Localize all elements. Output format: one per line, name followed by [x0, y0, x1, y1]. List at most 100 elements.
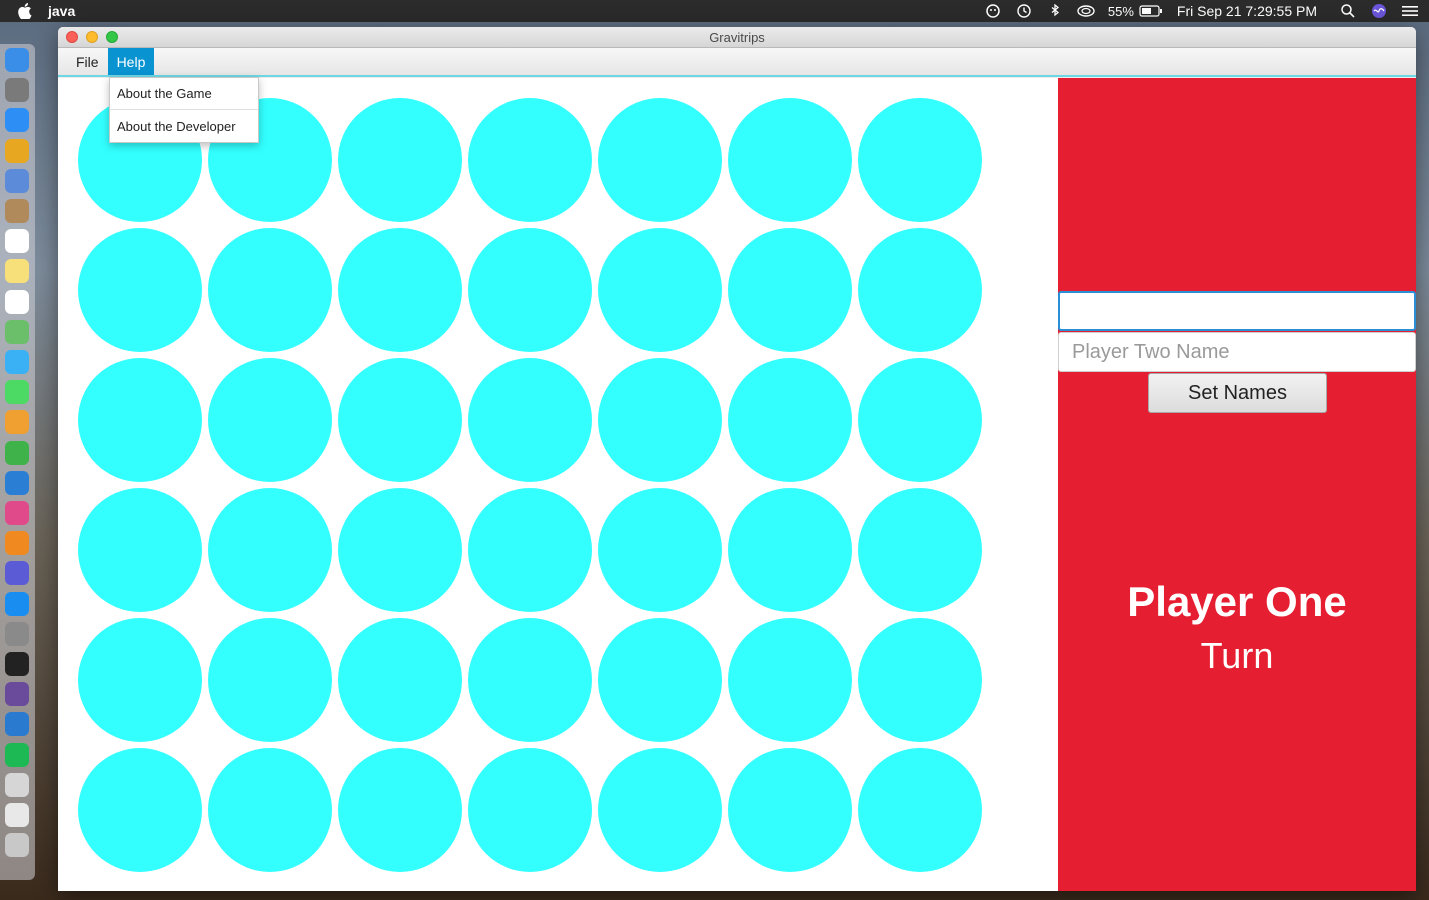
- board-slot[interactable]: [728, 488, 852, 612]
- board-slot[interactable]: [78, 358, 202, 482]
- help-dropdown: About the Game About the Developer: [109, 77, 259, 143]
- board-slot[interactable]: [598, 618, 722, 742]
- script-editor-icon[interactable]: [5, 772, 29, 797]
- reminders-icon[interactable]: [5, 289, 29, 314]
- board-slot[interactable]: [598, 748, 722, 872]
- documents-icon[interactable]: [5, 803, 29, 827]
- battery-percent: 55%: [1107, 3, 1134, 19]
- board-slot[interactable]: [728, 358, 852, 482]
- terminal-icon[interactable]: [5, 652, 29, 676]
- system-menubar: java 55% Fri Sep 21 7:29:55 PM: [0, 0, 1429, 22]
- spotlight-icon[interactable]: [1339, 4, 1357, 18]
- board-slot[interactable]: [468, 98, 592, 222]
- numbers-icon[interactable]: [5, 440, 29, 465]
- board-slot[interactable]: [468, 228, 592, 352]
- board-slot[interactable]: [598, 358, 722, 482]
- close-button[interactable]: [66, 31, 78, 43]
- current-player-label: Player One: [1127, 578, 1347, 625]
- player-two-name-input[interactable]: [1058, 332, 1416, 372]
- menu-about-developer[interactable]: About the Developer: [110, 110, 258, 142]
- window-titlebar[interactable]: Gravitrips: [58, 27, 1416, 48]
- window-title: Gravitrips: [709, 30, 765, 45]
- trash-icon[interactable]: [5, 833, 29, 858]
- preview-icon[interactable]: [5, 168, 29, 193]
- active-app-name[interactable]: java: [48, 3, 75, 19]
- board-slot[interactable]: [598, 488, 722, 612]
- board-slot[interactable]: [338, 488, 462, 612]
- side-panel: Set Names Player One Turn: [1058, 78, 1416, 891]
- finder-icon[interactable]: [5, 48, 29, 72]
- chrome-icon[interactable]: [5, 138, 29, 163]
- launchpad-icon[interactable]: [5, 78, 29, 103]
- player-one-name-input[interactable]: [1058, 291, 1416, 331]
- airplay-icon[interactable]: [1077, 4, 1095, 18]
- clock[interactable]: Fri Sep 21 7:29:55 PM: [1177, 3, 1317, 19]
- contacts-icon[interactable]: [5, 199, 29, 223]
- control-center-icon[interactable]: [1401, 4, 1419, 18]
- board-slot[interactable]: [598, 228, 722, 352]
- board-slot[interactable]: [728, 748, 852, 872]
- app-menubar: File Help: [58, 48, 1416, 77]
- zoom-button[interactable]: [106, 31, 118, 43]
- messages-icon[interactable]: [5, 350, 29, 374]
- safari-icon[interactable]: [5, 108, 29, 133]
- board-slot[interactable]: [338, 228, 462, 352]
- board-slot[interactable]: [208, 748, 332, 872]
- notes-icon[interactable]: [5, 259, 29, 284]
- calendar-icon[interactable]: [5, 229, 29, 254]
- time-machine-icon[interactable]: [1015, 4, 1033, 18]
- siri-colored-icon[interactable]: [1370, 4, 1388, 18]
- maps-icon[interactable]: [5, 319, 29, 344]
- minimize-button[interactable]: [86, 31, 98, 43]
- siri-icon[interactable]: [5, 561, 29, 586]
- bluetooth-icon[interactable]: [1046, 4, 1064, 18]
- battery-icon[interactable]: [1138, 4, 1164, 18]
- app-store-icon[interactable]: [5, 591, 29, 616]
- itunes-icon[interactable]: [5, 501, 29, 525]
- keynote-icon[interactable]: [5, 470, 29, 495]
- board-slot[interactable]: [728, 228, 852, 352]
- facetime-icon[interactable]: [5, 380, 29, 405]
- board-slot[interactable]: [858, 98, 982, 222]
- set-names-button[interactable]: Set Names: [1148, 373, 1327, 413]
- game-board: [58, 78, 1058, 891]
- board-slot[interactable]: [78, 748, 202, 872]
- board-slot[interactable]: [208, 358, 332, 482]
- board-slot[interactable]: [338, 358, 462, 482]
- board-slot[interactable]: [338, 748, 462, 872]
- board-slot[interactable]: [468, 618, 592, 742]
- system-preferences-icon[interactable]: [5, 621, 29, 646]
- menu-about-game[interactable]: About the Game: [110, 78, 258, 110]
- board-slot[interactable]: [78, 228, 202, 352]
- vscode-icon[interactable]: [5, 712, 29, 737]
- github-icon[interactable]: [5, 682, 29, 707]
- board-slot[interactable]: [208, 228, 332, 352]
- board-slot[interactable]: [208, 488, 332, 612]
- board-slot[interactable]: [78, 488, 202, 612]
- board-slot[interactable]: [78, 618, 202, 742]
- board-slot[interactable]: [728, 98, 852, 222]
- status-area: 55% Fri Sep 21 7:29:55 PM: [984, 0, 1429, 22]
- board-slot[interactable]: [338, 98, 462, 222]
- board-slot[interactable]: [858, 228, 982, 352]
- siri-icon[interactable]: [984, 4, 1002, 18]
- board-slot[interactable]: [858, 358, 982, 482]
- pages-icon[interactable]: [5, 410, 29, 435]
- board-slot[interactable]: [858, 488, 982, 612]
- menu-help[interactable]: Help: [107, 48, 155, 75]
- board-slot[interactable]: [208, 618, 332, 742]
- board-slot[interactable]: [338, 618, 462, 742]
- pycharm-icon[interactable]: [5, 742, 29, 767]
- board-slot[interactable]: [858, 618, 982, 742]
- board-slot[interactable]: [858, 748, 982, 872]
- apple-icon[interactable]: [16, 3, 34, 19]
- board-slot[interactable]: [468, 358, 592, 482]
- menu-file[interactable]: File: [67, 48, 108, 75]
- board-slot[interactable]: [468, 748, 592, 872]
- dock: [0, 44, 35, 880]
- ibooks-icon[interactable]: [5, 531, 29, 556]
- board-slot[interactable]: [728, 618, 852, 742]
- board-slot[interactable]: [598, 98, 722, 222]
- app-window: Gravitrips File Help Set Names Player On…: [58, 27, 1416, 891]
- board-slot[interactable]: [468, 488, 592, 612]
